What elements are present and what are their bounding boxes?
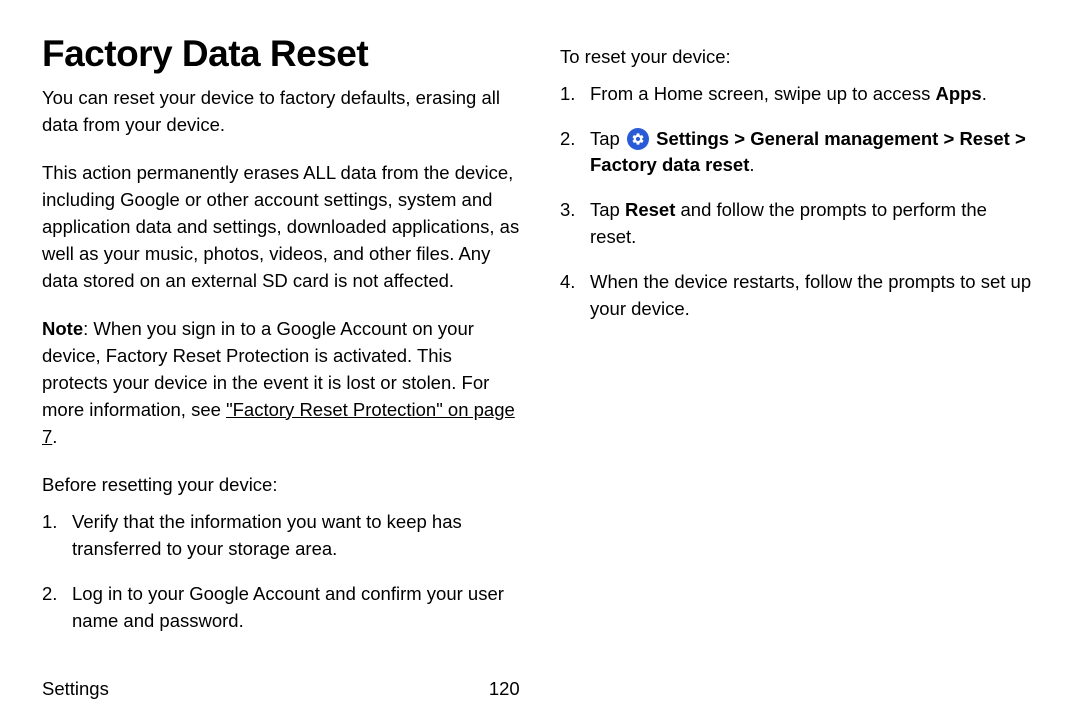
- step2-pre: Tap: [590, 128, 625, 149]
- page-title: Factory Data Reset: [42, 34, 520, 75]
- intro-paragraph: You can reset your device to factory def…: [42, 85, 520, 139]
- settings-gear-icon: [627, 128, 649, 150]
- list-item: From a Home screen, swipe up to access A…: [560, 81, 1038, 108]
- note-label: Note: [42, 318, 83, 339]
- list-item: Tap Settings > General management > Rese…: [560, 126, 1038, 180]
- step2-general: General management: [750, 128, 938, 149]
- warning-paragraph: This action permanently erases ALL data …: [42, 160, 520, 294]
- list-item: When the device restarts, follow the pro…: [560, 269, 1038, 323]
- step2-factory: Factory data reset: [590, 154, 749, 175]
- left-column: Factory Data Reset You can reset your de…: [42, 34, 520, 670]
- footer-section: Settings: [42, 678, 109, 700]
- footer-page-number: 120: [489, 678, 520, 700]
- step2-settings: Settings: [656, 128, 729, 149]
- right-column: To reset your device: From a Home screen…: [560, 34, 1038, 670]
- step3-reset: Reset: [625, 199, 675, 220]
- content-columns: Factory Data Reset You can reset your de…: [42, 34, 1038, 670]
- step2-sep3: >: [1010, 128, 1026, 149]
- step1-pre: From a Home screen, swipe up to access: [590, 83, 935, 104]
- before-reset-lead: Before resetting your device:: [42, 472, 520, 499]
- reset-steps-list: From a Home screen, swipe up to access A…: [560, 81, 1038, 323]
- step3-pre: Tap: [590, 199, 625, 220]
- reset-lead: To reset your device:: [560, 44, 1038, 71]
- step1-apps: Apps: [935, 83, 981, 104]
- list-item: Tap Reset and follow the prompts to perf…: [560, 197, 1038, 251]
- note-paragraph: Note: When you sign in to a Google Accou…: [42, 316, 520, 450]
- step2-sep2: >: [938, 128, 959, 149]
- step2-post: .: [749, 154, 754, 175]
- list-item: Log in to your Google Account and confir…: [42, 581, 520, 635]
- page-footer: Settings 120: [42, 670, 1038, 700]
- before-reset-list: Verify that the information you want to …: [42, 509, 520, 634]
- step1-post: .: [982, 83, 987, 104]
- step2-sep1: >: [729, 128, 750, 149]
- step2-reset: Reset: [959, 128, 1009, 149]
- list-item: Verify that the information you want to …: [42, 509, 520, 563]
